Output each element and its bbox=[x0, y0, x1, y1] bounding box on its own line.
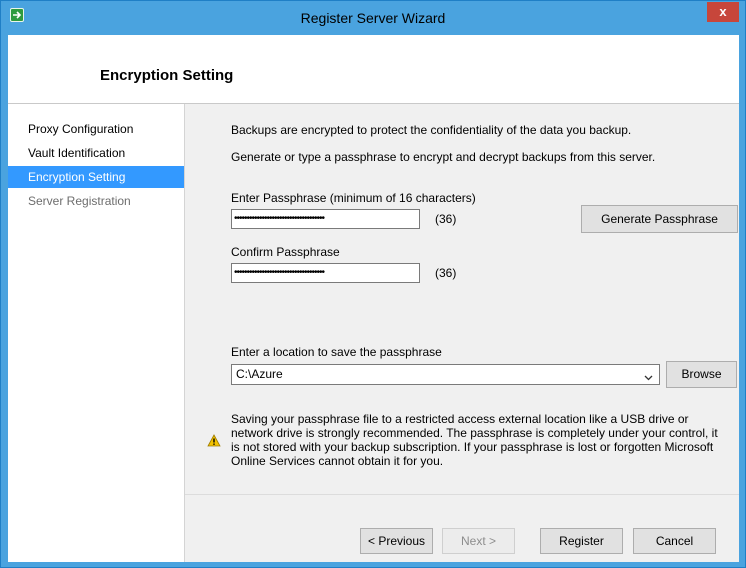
confirm-passphrase-field[interactable]: •••••••••••••••••••••••••••••••••••• bbox=[231, 263, 420, 283]
confirm-passphrase-count: (36) bbox=[435, 266, 457, 280]
location-combobox[interactable]: C:\Azure bbox=[231, 364, 660, 385]
chevron-down-icon[interactable] bbox=[644, 370, 653, 384]
intro-text-1: Backups are encrypted to protect the con… bbox=[231, 123, 632, 137]
wizard-header: Encryption Setting bbox=[8, 35, 739, 104]
next-button: Next > bbox=[442, 528, 515, 554]
location-value: C:\Azure bbox=[236, 367, 283, 381]
location-label: Enter a location to save the passphrase bbox=[231, 345, 442, 359]
passphrase-label: Enter Passphrase (minimum of 16 characte… bbox=[231, 191, 476, 205]
title-bar[interactable]: Register Server Wizard x bbox=[1, 1, 745, 35]
nav-item-proxy-configuration[interactable]: Proxy Configuration bbox=[8, 118, 184, 140]
wizard-client-area: Encryption Setting Proxy Configuration V… bbox=[8, 35, 739, 562]
wizard-content: Backups are encrypted to protect the con… bbox=[185, 104, 739, 494]
register-button[interactable]: Register bbox=[540, 528, 623, 554]
wizard-footer: < Previous Next > Register Cancel bbox=[185, 494, 739, 562]
warning-icon bbox=[207, 434, 221, 450]
warning-text: Saving your passphrase file to a restric… bbox=[231, 412, 718, 468]
page-title: Encryption Setting bbox=[100, 67, 234, 84]
intro-text-2: Generate or type a passphrase to encrypt… bbox=[231, 150, 656, 164]
wizard-window: Register Server Wizard x Encryption Sett… bbox=[0, 0, 746, 568]
cancel-button[interactable]: Cancel bbox=[633, 528, 716, 554]
nav-item-server-registration: Server Registration bbox=[28, 194, 131, 208]
passphrase-field[interactable]: •••••••••••••••••••••••••••••••••••• bbox=[231, 209, 420, 229]
previous-button[interactable]: < Previous bbox=[360, 528, 433, 554]
passphrase-count: (36) bbox=[435, 212, 457, 226]
nav-item-encryption-setting[interactable]: Encryption Setting bbox=[8, 166, 184, 188]
confirm-passphrase-label: Confirm Passphrase bbox=[231, 245, 340, 259]
window-title: Register Server Wizard bbox=[300, 10, 446, 26]
generate-passphrase-button[interactable]: Generate Passphrase bbox=[581, 205, 738, 233]
close-icon[interactable]: x bbox=[707, 2, 739, 22]
nav-item-vault-identification[interactable]: Vault Identification bbox=[8, 142, 184, 164]
wizard-steps-nav: Proxy Configuration Vault Identification… bbox=[8, 104, 185, 562]
browse-button[interactable]: Browse bbox=[666, 361, 737, 388]
